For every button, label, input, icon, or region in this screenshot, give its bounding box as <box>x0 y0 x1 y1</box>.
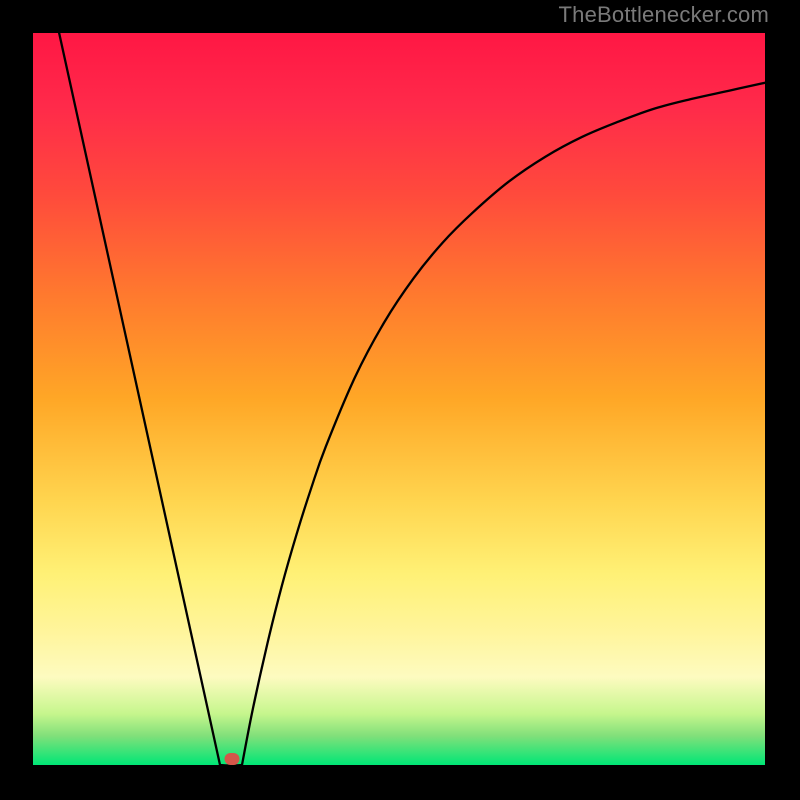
chart-frame: TheBottlenecker.com <box>0 0 800 800</box>
plot-area <box>33 33 765 765</box>
optimal-point-marker <box>225 753 240 765</box>
bottleneck-curve <box>59 33 765 765</box>
watermark-text: TheBottlenecker.com <box>559 2 769 28</box>
curve-svg <box>33 33 765 765</box>
